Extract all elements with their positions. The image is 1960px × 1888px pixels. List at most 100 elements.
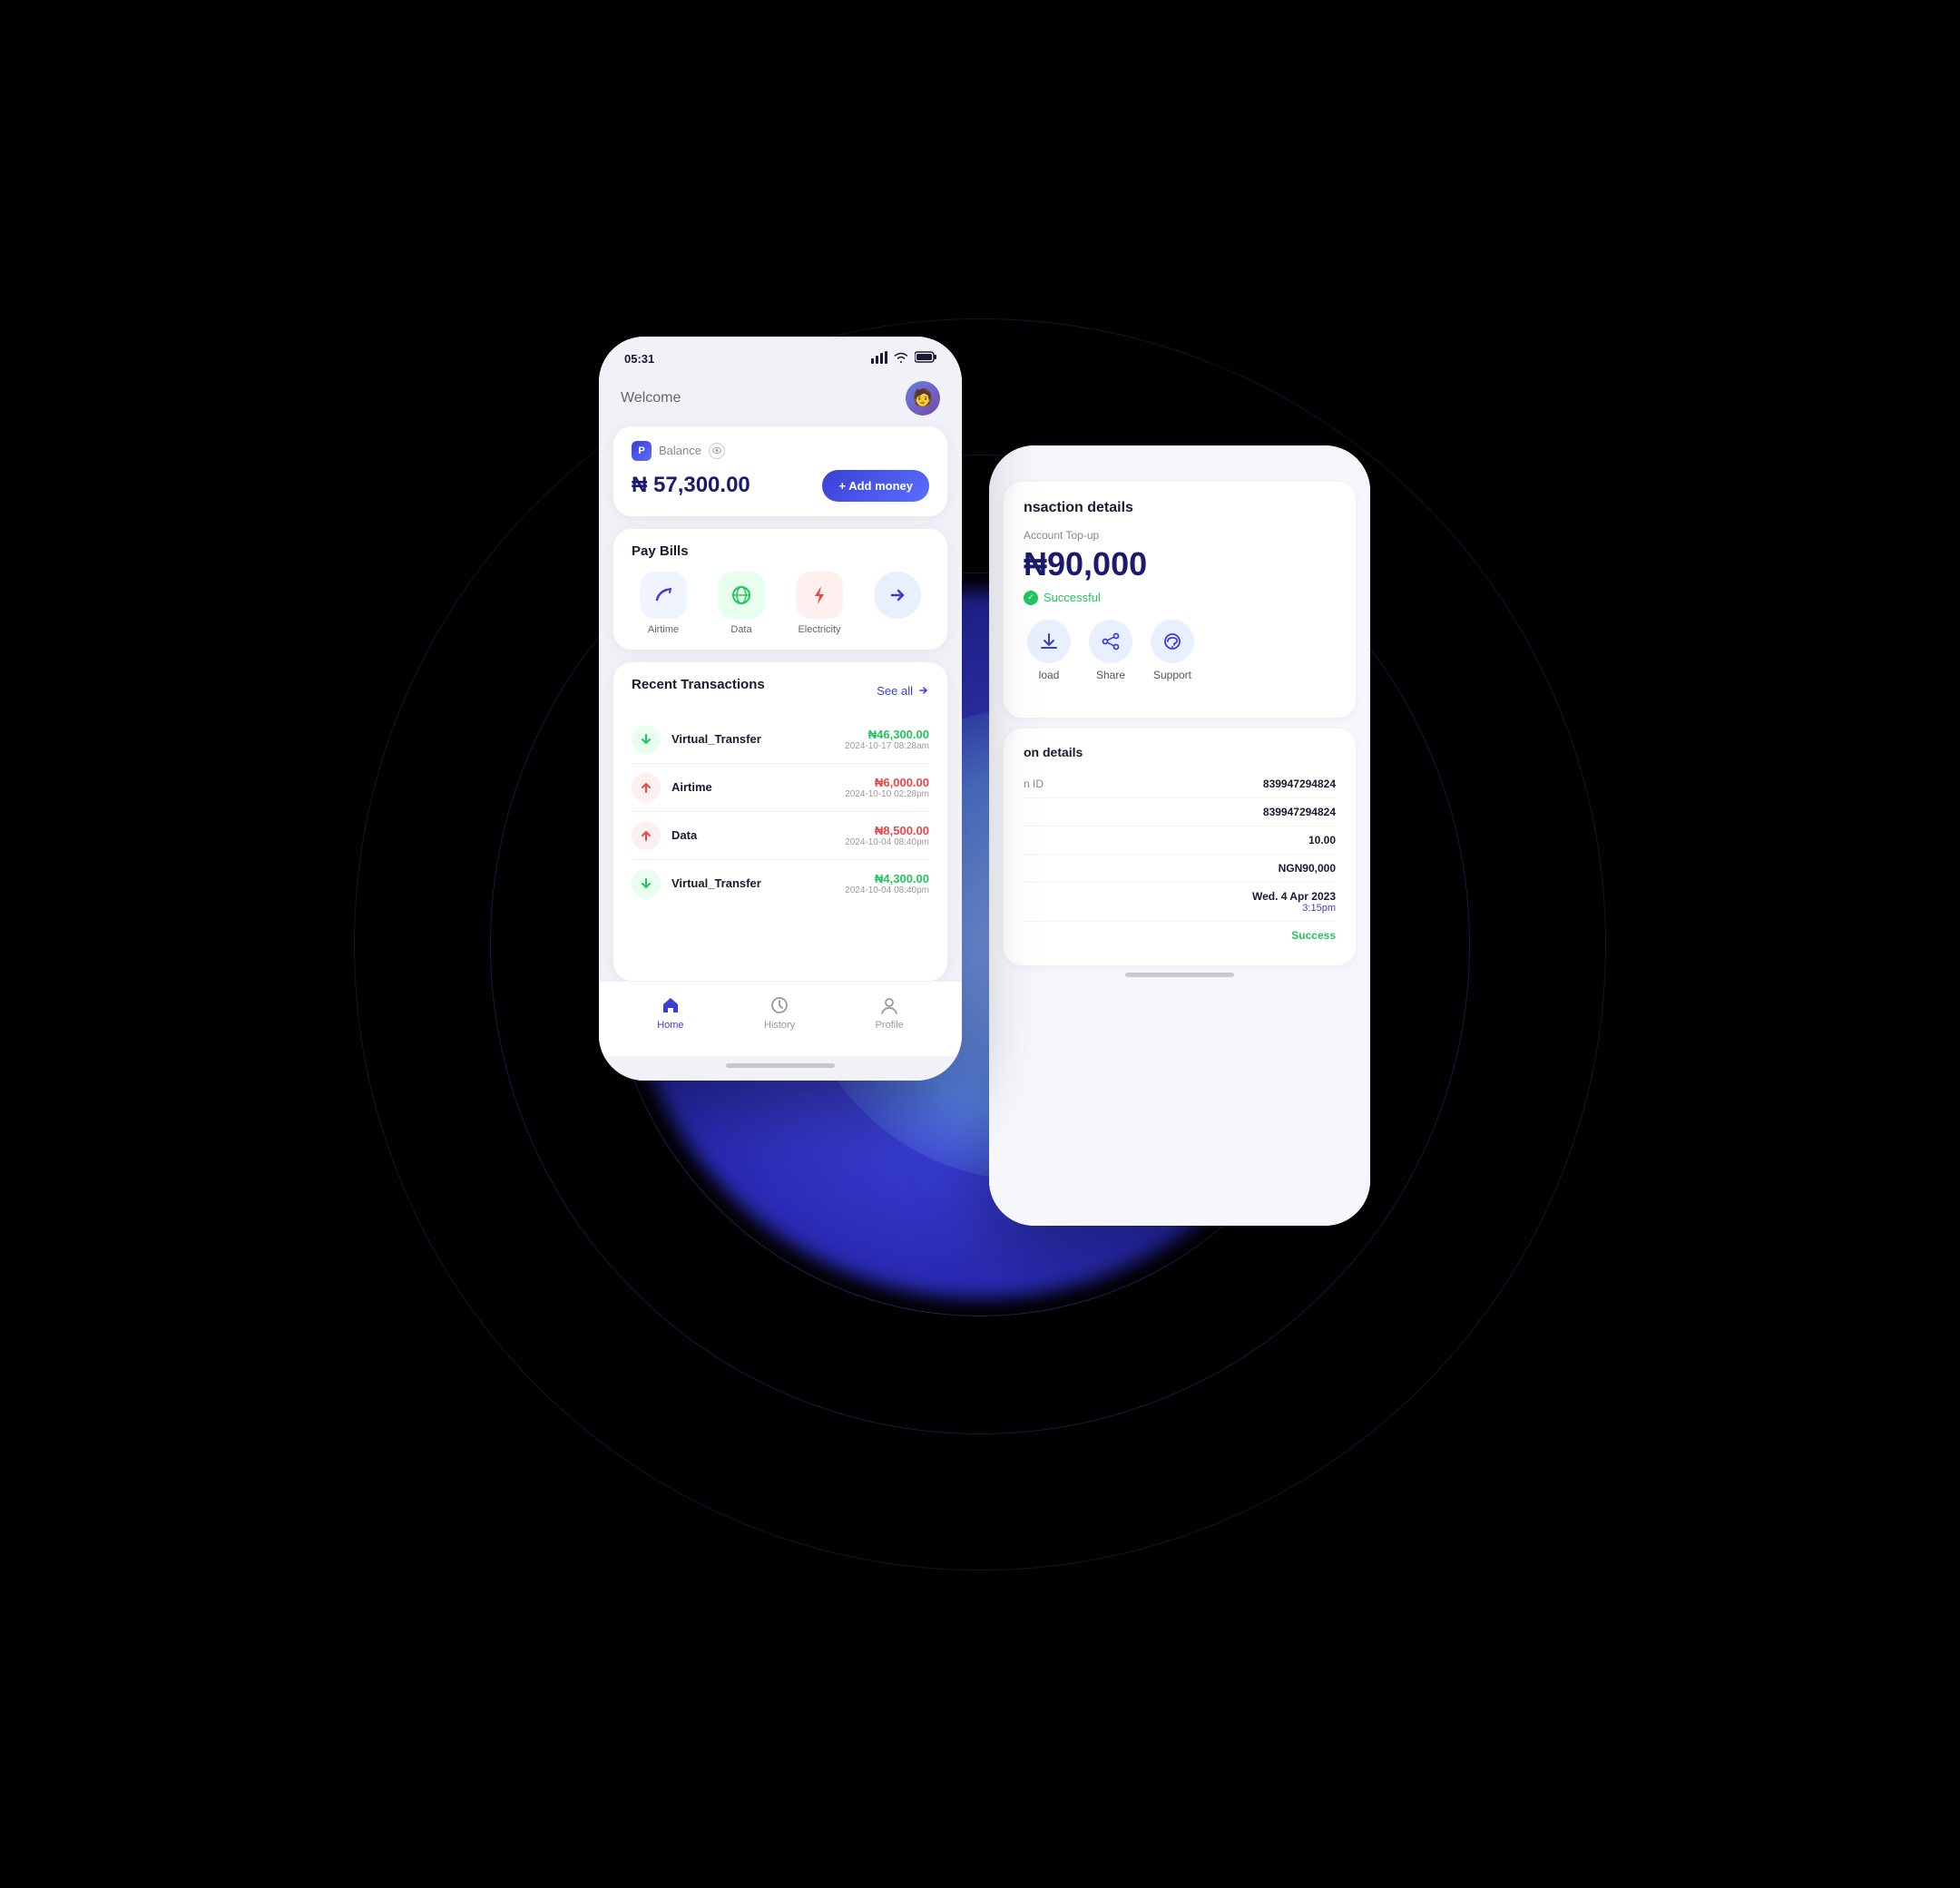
left-screen: 05:31 [599, 337, 962, 1081]
balance-amount: ₦ 57,300.00 [632, 473, 750, 498]
detail-time: 3:15pm [1252, 903, 1336, 914]
account-type: Account Top-up [1024, 529, 1336, 542]
status-dot-icon: ✓ [1024, 591, 1038, 605]
txn-left-3: Data [632, 821, 697, 850]
detail-val-1: 839947294824 [1263, 778, 1336, 790]
balance-header: P Balance [632, 441, 929, 461]
add-money-button[interactable]: + Add money [822, 470, 929, 502]
status-badge: ✓ Successful [1024, 591, 1336, 605]
phone-left: 05:31 [599, 337, 962, 1081]
detail-val-2: 839947294824 [1263, 806, 1336, 818]
nav-history-label: History [764, 1020, 795, 1031]
txn-row[interactable]: Virtual_Transfer ₦46,300.00 2024-10-17 0… [632, 716, 929, 764]
load-icon [1027, 620, 1071, 663]
txn-left-1: Virtual_Transfer [632, 725, 761, 754]
status-time: 05:31 [624, 352, 654, 366]
phones-wrapper: 05:31 [572, 264, 1388, 1625]
phone-right: nsaction details Account Top-up ₦90,000 … [989, 445, 1370, 1226]
bill-more[interactable] [866, 572, 929, 619]
txn-detail-title: nsaction details [1024, 500, 1336, 516]
data-icon-wrap [718, 572, 765, 619]
status-bar: 05:31 [599, 337, 962, 374]
balance-logo: P [632, 441, 652, 461]
status-icons [871, 351, 936, 367]
nav-profile[interactable]: Profile [876, 994, 904, 1031]
txn-row[interactable]: Data ₦8,500.00 2024-10-04 08:40pm [632, 812, 929, 860]
right-home-indicator [1125, 973, 1234, 977]
airtime-label: Airtime [648, 624, 679, 635]
txn-amount-1: ₦46,300.00 [845, 728, 929, 741]
detail-val-5: Wed. 4 Apr 2023 3:15pm [1252, 890, 1336, 914]
txn-name-4: Virtual_Transfer [671, 876, 761, 890]
recent-transactions: Recent Transactions See all Virtual_T [613, 662, 947, 981]
detail-date: Wed. 4 Apr 2023 [1252, 890, 1336, 903]
airtime-icon-wrap [640, 572, 687, 619]
txn-row[interactable]: Virtual_Transfer ₦4,300.00 2024-10-04 08… [632, 860, 929, 907]
wifi-icon [893, 351, 909, 367]
history-icon [769, 994, 790, 1016]
txn-icon-3 [632, 821, 661, 850]
home-indicator [726, 1063, 835, 1068]
detail-row-2: 839947294824 [1024, 798, 1336, 827]
data-label: Data [730, 624, 751, 635]
txn-right-2: ₦6,000.00 2024-10-10 02:28pm [845, 776, 929, 799]
nav-home[interactable]: Home [657, 994, 683, 1031]
see-all-link[interactable]: See all [877, 684, 929, 698]
pay-bills-section: Pay Bills Airtime [613, 529, 947, 650]
txn-date-3: 2024-10-04 08:40pm [845, 837, 929, 847]
battery-icon [915, 351, 936, 366]
avatar[interactable]: 🧑 [906, 381, 940, 416]
nav-profile-label: Profile [876, 1020, 904, 1031]
detail-val-6: Success [1291, 929, 1336, 942]
detail-row-6: Success [1024, 922, 1336, 949]
txn-amount-2: ₦6,000.00 [845, 776, 929, 789]
detail-row-3: 10.00 [1024, 827, 1336, 855]
electricity-label: Electricity [798, 624, 840, 635]
status-text: Successful [1044, 591, 1101, 604]
balance-label: Balance [659, 444, 701, 457]
txn-left-2: Airtime [632, 773, 712, 802]
detail-row-1: n ID 839947294824 [1024, 770, 1336, 798]
action-support[interactable]: Support [1151, 620, 1194, 681]
txn-amount-4: ₦4,300.00 [845, 872, 929, 885]
details-section: on details n ID 839947294824 83994729482… [1004, 729, 1356, 965]
txn-right-4: ₦4,300.00 2024-10-04 08:40pm [845, 872, 929, 895]
app-header: Welcome 🧑 [599, 374, 962, 426]
profile-icon [878, 994, 900, 1016]
bill-data[interactable]: Data [710, 572, 773, 635]
balance-card: P Balance ₦ 57,300.00 + Add money [613, 426, 947, 516]
right-screen: nsaction details Account Top-up ₦90,000 … [989, 445, 1370, 1226]
action-load[interactable]: load [1027, 620, 1071, 681]
share-label: Share [1096, 669, 1125, 681]
more-icon-wrap [874, 572, 921, 619]
txn-date-1: 2024-10-17 08:28am [845, 741, 929, 751]
action-buttons: load [1024, 620, 1336, 681]
detail-section-title: on details [1024, 745, 1336, 759]
txn-icon-4 [632, 869, 661, 898]
scene: 05:31 [436, 83, 1524, 1806]
home-icon [660, 994, 681, 1016]
bill-airtime[interactable]: Airtime [632, 572, 695, 635]
txn-row[interactable]: Airtime ₦6,000.00 2024-10-10 02:28pm [632, 764, 929, 812]
pay-bills-title: Pay Bills [632, 543, 929, 559]
action-share[interactable]: Share [1089, 620, 1132, 681]
detail-val-4: NGN90,000 [1279, 862, 1336, 875]
bottom-nav: Home History [599, 981, 962, 1056]
txn-name-1: Virtual_Transfer [671, 732, 761, 746]
txn-detail-top-card: nsaction details Account Top-up ₦90,000 … [1004, 482, 1356, 718]
detail-val-3: 10.00 [1308, 834, 1336, 846]
txn-name-3: Data [671, 828, 697, 842]
bill-electricity[interactable]: Electricity [788, 572, 851, 635]
load-label: load [1039, 669, 1060, 681]
balance-row: ₦ 57,300.00 + Add money [632, 470, 929, 502]
add-money-label: + Add money [838, 479, 913, 493]
txn-date-4: 2024-10-04 08:40pm [845, 885, 929, 895]
electricity-icon-wrap [796, 572, 843, 619]
detail-row-4: NGN90,000 [1024, 855, 1336, 883]
txn-left-4: Virtual_Transfer [632, 869, 761, 898]
nav-history[interactable]: History [764, 994, 795, 1031]
txn-right-1: ₦46,300.00 2024-10-17 08:28am [845, 728, 929, 751]
eye-icon[interactable] [709, 443, 725, 459]
txn-name-2: Airtime [671, 780, 712, 794]
support-icon [1151, 620, 1194, 663]
